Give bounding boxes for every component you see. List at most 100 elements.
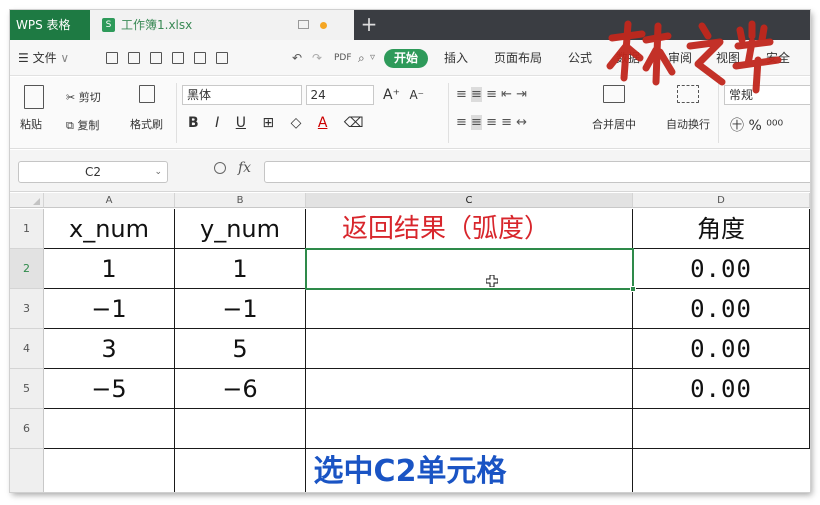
- app-tab-wps[interactable]: WPS 表格: [10, 10, 90, 40]
- spreadsheet-file-icon: S: [102, 18, 115, 32]
- column-header-d[interactable]: D: [633, 193, 810, 208]
- cell-cursor-icon: [486, 275, 498, 287]
- dropdown-icon[interactable]: ▿: [370, 40, 375, 76]
- font-color-button[interactable]: A: [318, 115, 328, 131]
- cell-b4[interactable]: 5: [175, 329, 306, 369]
- formula-input[interactable]: [264, 161, 810, 183]
- select-all-corner[interactable]: [10, 193, 44, 208]
- shrink-font-button[interactable]: A⁻: [409, 88, 424, 102]
- distributed-icon[interactable]: ↔: [516, 115, 527, 130]
- row-header-4[interactable]: 4: [10, 329, 44, 369]
- cell-b1[interactable]: y_num: [175, 209, 306, 249]
- wrap-text-label: 自动换行: [666, 118, 710, 131]
- format-painter-icon: [138, 85, 155, 103]
- font-size-select[interactable]: 24: [305, 85, 374, 105]
- format-painter-button[interactable]: 格式刷: [130, 85, 163, 132]
- cell-d4[interactable]: 0.00: [633, 329, 810, 369]
- fill-handle[interactable]: [630, 286, 636, 292]
- zoom-icon[interactable]: [214, 162, 226, 174]
- tab-formulas[interactable]: 公式: [568, 40, 592, 76]
- cell-a4[interactable]: 3: [44, 329, 175, 369]
- file-menu-label: 文件: [32, 51, 57, 65]
- paste-button[interactable]: 粘贴: [20, 85, 44, 132]
- new-file-icon[interactable]: [106, 52, 118, 64]
- borders-icon[interactable]: ⊞: [262, 115, 274, 131]
- font-family-select[interactable]: 黑体: [182, 85, 302, 105]
- indent-decrease-icon[interactable]: ⇤: [501, 87, 516, 102]
- redo-icon[interactable]: ↷: [312, 40, 322, 76]
- fx-icon[interactable]: fx: [238, 160, 251, 176]
- cut-label: 剪切: [78, 91, 101, 104]
- cell-d1[interactable]: 角度: [633, 209, 810, 249]
- currency-icon[interactable]: ㊉: [730, 118, 748, 134]
- cell-c1[interactable]: 返回结果（弧度）: [306, 209, 633, 249]
- cell-selection-box[interactable]: [305, 248, 636, 292]
- cell-d3[interactable]: 0.00: [633, 289, 810, 329]
- align-bottom-icon[interactable]: ≡: [482, 87, 501, 102]
- document-tab[interactable]: S 工作簿1.xlsx: [90, 10, 354, 40]
- cell-c4[interactable]: [306, 329, 633, 369]
- row-header-2[interactable]: 2: [10, 249, 44, 289]
- align-middle-icon[interactable]: ≡: [471, 87, 482, 102]
- cell-a5[interactable]: −5: [44, 369, 175, 409]
- cell-b3[interactable]: −1: [175, 289, 306, 329]
- underline-button[interactable]: U: [236, 115, 246, 131]
- align-top-icon[interactable]: ≡: [456, 87, 471, 102]
- cut-button[interactable]: ✂ 剪切: [66, 89, 101, 105]
- cell-d6[interactable]: [633, 409, 810, 449]
- cell-a2[interactable]: 1: [44, 249, 175, 289]
- tab-home[interactable]: 开始: [384, 49, 428, 68]
- chevron-down-icon[interactable]: ⌄: [154, 162, 162, 182]
- name-box[interactable]: C2 ⌄: [18, 161, 168, 183]
- cell-b2[interactable]: 1: [175, 249, 306, 289]
- align-right-icon[interactable]: ≡: [482, 115, 501, 130]
- cell-c6[interactable]: [306, 409, 633, 449]
- justify-icon[interactable]: ≡: [501, 115, 516, 130]
- hamburger-icon: ☰: [18, 51, 33, 65]
- chevron-down-icon: ∨: [56, 51, 70, 65]
- monitor-icon[interactable]: [298, 20, 309, 29]
- zoom-preview-icon[interactable]: [216, 52, 228, 64]
- search-icon[interactable]: ⌕: [358, 40, 365, 76]
- open-folder-icon[interactable]: [128, 52, 140, 64]
- column-header-a[interactable]: A: [44, 193, 175, 208]
- file-menu[interactable]: ☰ 文件 ∨: [18, 40, 69, 76]
- cell-b5[interactable]: −6: [175, 369, 306, 409]
- row-header-3[interactable]: 3: [10, 289, 44, 329]
- alignment-group: ≡ ≡ ≡ ⇤ ⇥: [456, 87, 527, 102]
- copy-button[interactable]: ⧉ 复制: [66, 117, 99, 133]
- thousands-separator-icon[interactable]: ⁰⁰⁰: [762, 118, 783, 134]
- print-icon[interactable]: [172, 52, 184, 64]
- cell-a1[interactable]: x_num: [44, 209, 175, 249]
- cell-b6[interactable]: [175, 409, 306, 449]
- tab-page-layout[interactable]: 页面布局: [494, 40, 542, 76]
- pdf-export-icon[interactable]: PDF: [334, 40, 352, 76]
- undo-icon[interactable]: ↶: [292, 40, 302, 76]
- row-header-6[interactable]: 6: [10, 409, 44, 449]
- cell-c5[interactable]: [306, 369, 633, 409]
- quick-access-toolbar: [106, 52, 238, 67]
- cell-d2[interactable]: 0.00: [633, 249, 810, 289]
- column-header-b[interactable]: B: [175, 193, 306, 208]
- save-icon[interactable]: [150, 52, 162, 64]
- print-preview-icon[interactable]: [194, 52, 206, 64]
- bold-button[interactable]: B: [188, 115, 199, 131]
- row-header-5[interactable]: 5: [10, 369, 44, 409]
- tab-insert[interactable]: 插入: [444, 40, 468, 76]
- italic-button[interactable]: I: [215, 115, 219, 131]
- grow-font-button[interactable]: A⁺: [383, 87, 400, 103]
- align-center-icon[interactable]: ≡: [471, 115, 482, 130]
- clear-format-icon[interactable]: ⌫: [344, 115, 364, 131]
- fill-color-icon[interactable]: ◇: [291, 115, 302, 131]
- cell-c3[interactable]: [306, 289, 633, 329]
- paste-icon: [24, 85, 44, 109]
- percent-button[interactable]: %: [748, 118, 761, 134]
- row-header-1[interactable]: 1: [10, 209, 44, 249]
- cell-d5[interactable]: 0.00: [633, 369, 810, 409]
- cell-a3[interactable]: −1: [44, 289, 175, 329]
- cell-a6[interactable]: [44, 409, 175, 449]
- align-left-icon[interactable]: ≡: [456, 115, 471, 130]
- indent-increase-icon[interactable]: ⇥: [516, 87, 527, 102]
- new-tab-button[interactable]: +: [354, 10, 384, 40]
- column-header-c[interactable]: C: [306, 193, 633, 208]
